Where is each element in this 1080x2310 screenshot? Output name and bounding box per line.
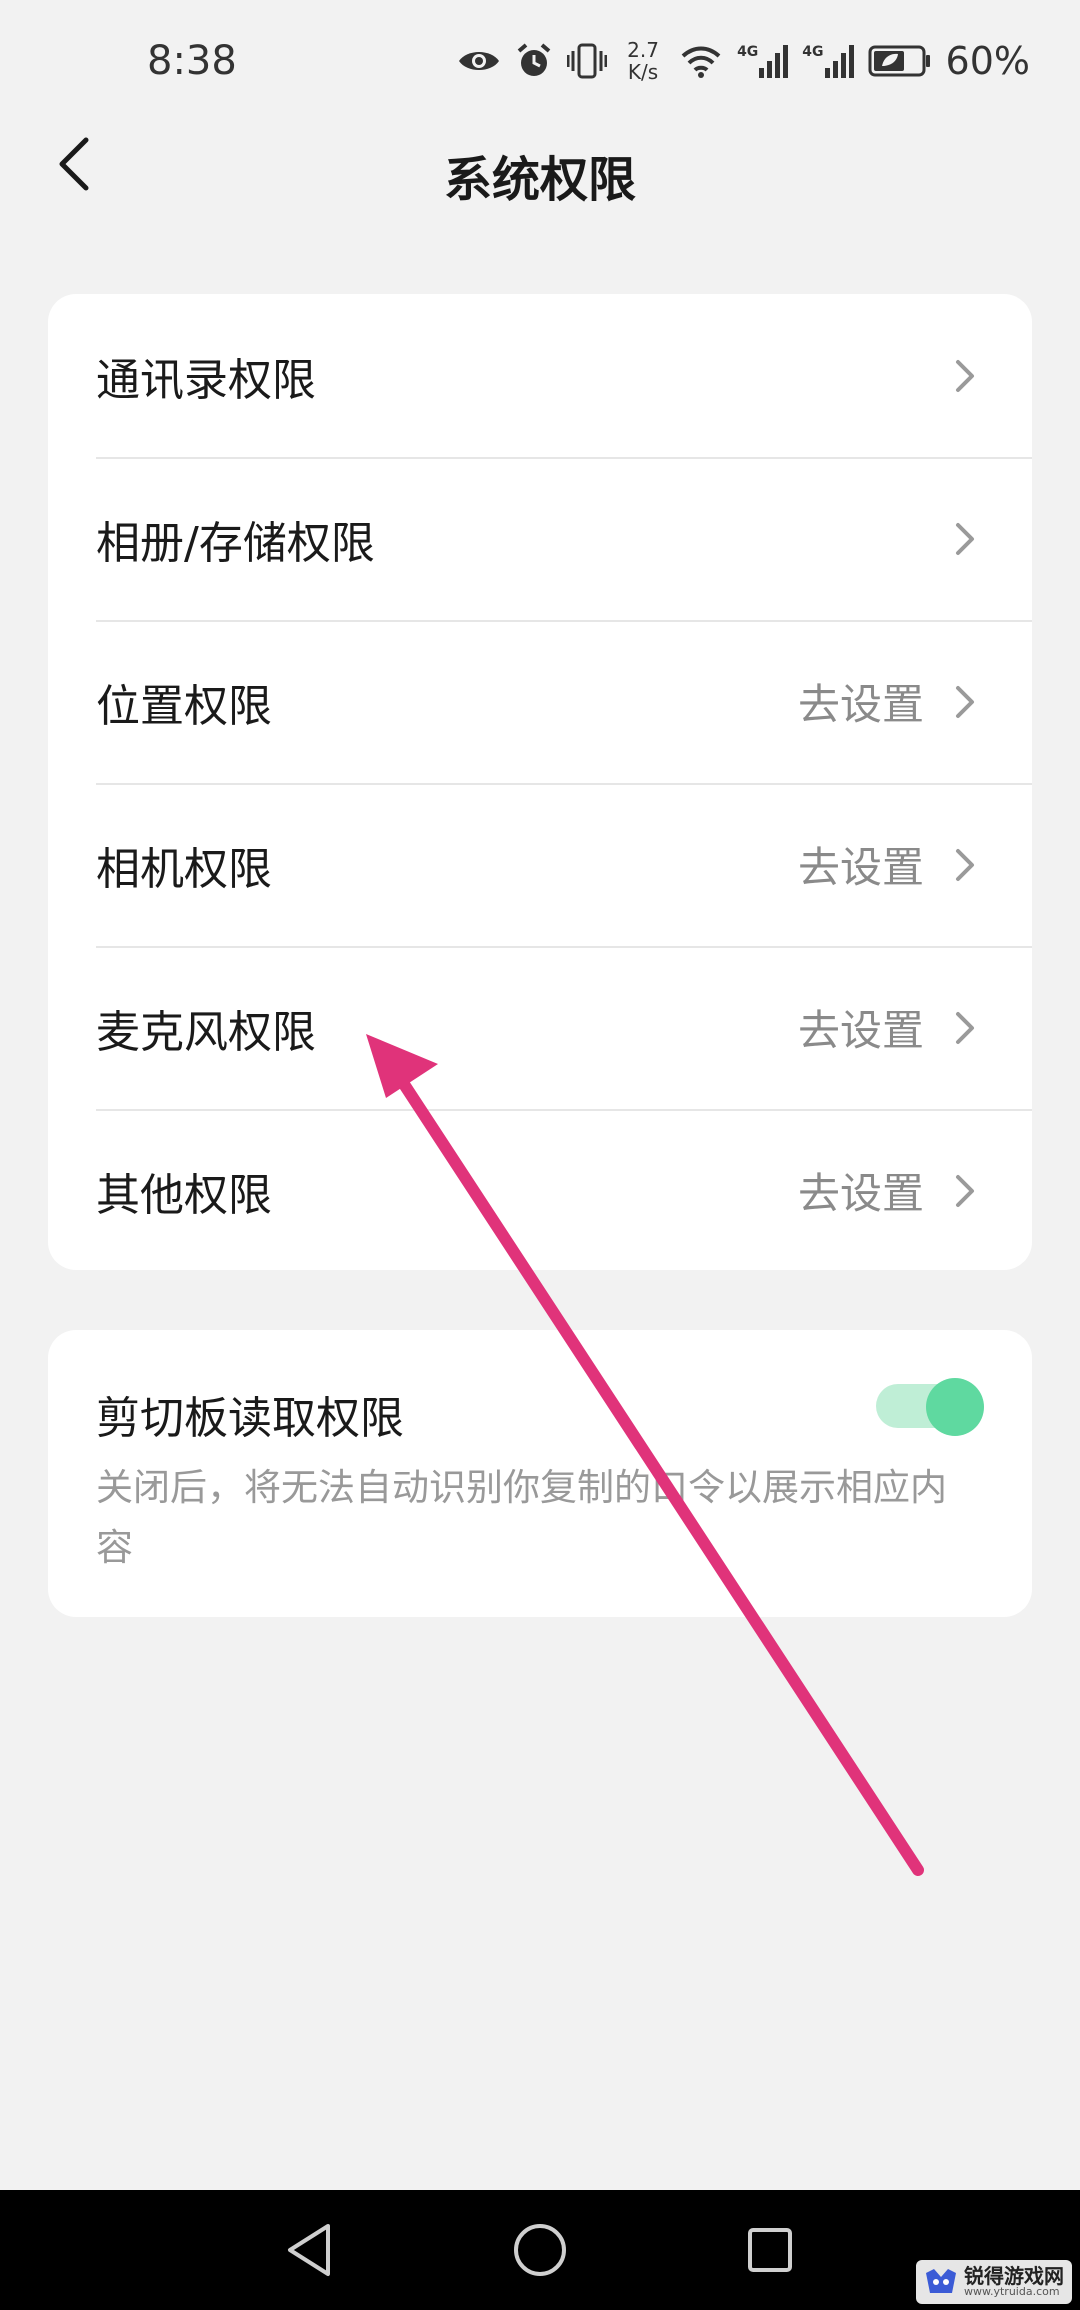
go-settings-link[interactable]: 去设置	[798, 671, 924, 732]
nav-home-icon[interactable]	[508, 2218, 572, 2282]
alarm-icon	[515, 42, 553, 80]
permission-row-other[interactable]: 其他权限 去设置	[48, 1109, 1032, 1270]
signal-icon: 4G	[737, 44, 789, 78]
permission-row-contacts[interactable]: 通讯录权限	[48, 294, 1032, 457]
signal-type-label: 4G	[737, 44, 759, 60]
status-bar: 8:38 2.7 K/s 4G 4G 60%	[0, 0, 1080, 130]
clipboard-card: 剪切板读取权限 关闭后，将无法自动识别你复制的口令以展示相应内容	[48, 1330, 1032, 1617]
eye-icon	[457, 46, 501, 76]
permission-label: 麦克风权限	[96, 1006, 316, 1058]
network-speed: 2.7 K/s	[621, 39, 665, 83]
chevron-right-icon	[956, 848, 974, 881]
vibrate-icon	[567, 43, 608, 79]
nav-back-icon[interactable]	[278, 2218, 342, 2282]
chevron-right-icon	[956, 359, 974, 392]
network-speed-unit: K/s	[627, 60, 659, 84]
chevron-right-icon	[956, 685, 974, 718]
watermark-title: 锐得游戏网	[964, 2264, 1064, 2288]
header: 系统权限	[0, 120, 1080, 220]
permission-row-camera[interactable]: 相机权限 去设置	[48, 783, 1032, 946]
battery-icon	[868, 44, 932, 78]
status-time: 8:38	[147, 38, 237, 84]
status-icons: 2.7 K/s 4G 4G 60%	[457, 36, 1030, 86]
go-settings-link[interactable]: 去设置	[798, 997, 924, 1058]
toggle-knob	[926, 1378, 984, 1436]
permission-label: 相册/存储权限	[96, 517, 375, 569]
permission-label: 其他权限	[96, 1169, 272, 1221]
permission-label: 通讯录权限	[96, 354, 316, 406]
page-title: 系统权限	[443, 152, 636, 208]
permission-row-location[interactable]: 位置权限 去设置	[48, 620, 1032, 783]
navigation-bar: 锐得游戏网 www.ytruida.com	[0, 2190, 1080, 2310]
permissions-card: 通讯录权限 相册/存储权限 位置权限 去设置 相机权限 去设置 麦克风权限 去设…	[48, 294, 1032, 1270]
permission-label: 位置权限	[96, 680, 272, 732]
clipboard-permission-description: 关闭后，将无法自动识别你复制的口令以展示相应内容	[96, 1466, 947, 1569]
clipboard-permission-toggle[interactable]	[876, 1378, 984, 1436]
go-settings-link[interactable]: 去设置	[798, 834, 924, 895]
wifi-icon	[679, 44, 723, 78]
watermark-url: www.ytruida.com	[964, 2285, 1060, 2298]
clipboard-permission-title: 剪切板读取权限	[96, 1393, 404, 1444]
nav-recent-apps-icon[interactable]	[738, 2218, 802, 2282]
permission-row-microphone[interactable]: 麦克风权限 去设置	[48, 946, 1032, 1109]
signal-icon-2: 4G	[802, 44, 854, 78]
permission-label: 相机权限	[96, 843, 272, 895]
signal-type-label-2: 4G	[802, 44, 824, 60]
chevron-right-icon	[956, 1174, 974, 1207]
battery-percentage: 60%	[945, 39, 1030, 83]
watermark: 锐得游戏网 www.ytruida.com	[916, 2260, 1072, 2304]
chevron-right-icon	[956, 1011, 974, 1044]
network-speed-value: 2.7	[627, 38, 659, 62]
watermark-logo-icon	[926, 2269, 956, 2293]
permission-row-album-storage[interactable]: 相册/存储权限	[48, 457, 1032, 620]
go-settings-link[interactable]: 去设置	[798, 1160, 924, 1221]
chevron-right-icon	[956, 522, 974, 555]
